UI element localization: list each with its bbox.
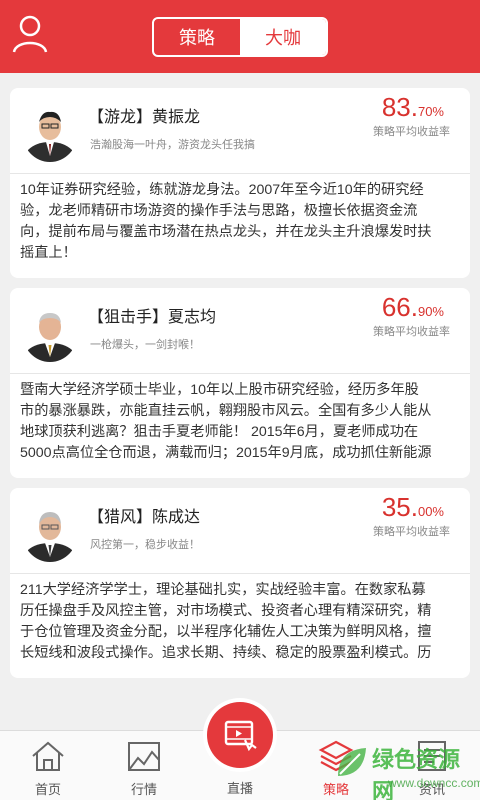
expert-motto: 浩瀚股海一叶舟，游资龙头任我搞 [90,138,255,151]
avatar [22,302,78,362]
tab-strategy[interactable]: 策略 [154,19,240,55]
tab-home[interactable]: 首页 [0,731,96,800]
expert-motto: 风控第一，稳步收益！ [90,538,200,551]
expert-card[interactable]: 【猎风】陈成达 风控第一，稳步收益！ 35.00% 策略平均收益率 211大学经… [10,488,470,678]
avatar [22,502,78,562]
expert-card[interactable]: 【游龙】黄振龙 浩瀚股海一叶舟，游资龙头任我搞 83.70% 策略平均收益率 1… [10,88,470,278]
expert-name: 【游龙】黄振龙 [88,109,201,126]
expert-description: 10年证券研究经验，练就游龙身法。2007年至今近10年的研究经 验，龙老师精研… [20,182,432,261]
live-button[interactable] [207,702,273,768]
tab-live-label[interactable]: 直播 [192,778,288,797]
expert-description: 211大学经济学学士，理论基础扎实，实战经验丰富。在数家私募 历任操盘手及风控主… [20,582,432,661]
home-icon [32,741,64,771]
tab-experts[interactable]: 大咖 [240,19,326,55]
tab-strategy-active[interactable]: 策略 [288,731,384,800]
strategy-icon [318,740,354,772]
tab-news[interactable]: 资讯 [384,731,480,800]
top-header: 策略 大咖 [0,0,480,73]
return-rate-label: 策略平均收益率 [373,325,450,338]
video-icon [224,720,257,752]
category-switch: 策略 大咖 [152,17,328,57]
expert-name: 【猎风】陈成达 [88,509,201,526]
tab-market[interactable]: 行情 [96,731,192,800]
return-rate-label: 策略平均收益率 [373,525,450,538]
return-rate: 66.90% [381,292,444,322]
expert-name: 【狙击手】夏志均 [88,309,217,326]
expert-description: 暨南大学经济学硕士毕业，10年以上股市研究经验，经历多年股 市的暴涨暴跌，亦能直… [20,382,432,461]
expert-motto: 一枪爆头，一剑封喉！ [90,338,200,351]
expert-card[interactable]: 【狙击手】夏志均 一枪爆头，一剑封喉！ 66.90% 策略平均收益率 暨南大学经… [10,288,470,478]
avatar [22,102,78,162]
return-rate-label: 策略平均收益率 [373,125,450,138]
user-profile-icon[interactable] [12,14,48,54]
return-rate: 35.00% [381,492,444,522]
news-icon [418,741,446,771]
return-rate: 83.70% [381,92,444,122]
chart-icon [128,742,160,771]
